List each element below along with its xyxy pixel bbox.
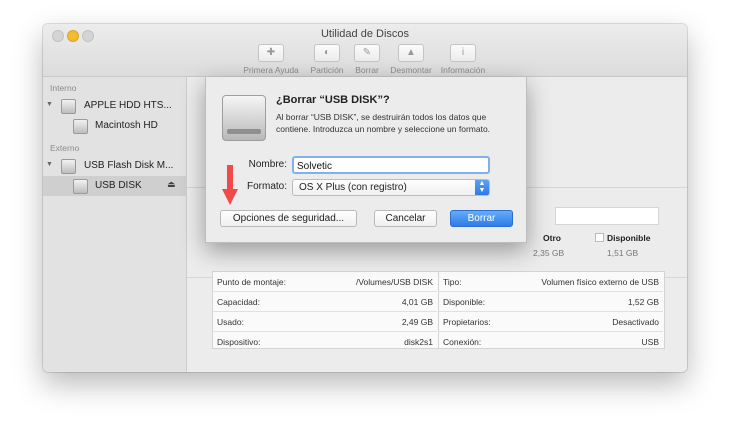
erase-label: Borrar bbox=[355, 65, 379, 75]
erase-dialog: ¿Borrar “USB DISK”? Al borrar “USB DISK”… bbox=[205, 77, 527, 243]
partition-button[interactable]: ◐ Partición bbox=[304, 44, 350, 76]
usage-bar bbox=[555, 207, 659, 225]
dialog-title: ¿Borrar “USB DISK”? bbox=[276, 94, 390, 106]
info-icon: i bbox=[450, 44, 476, 62]
sidebar-item-label: APPLE HDD HTS... bbox=[84, 100, 172, 111]
info-row: Dispositivo: disk2s1 bbox=[213, 332, 437, 351]
format-value: OS X Plus (con registro) bbox=[299, 182, 407, 193]
disclosure-triangle-icon[interactable]: ▼ bbox=[46, 161, 53, 168]
title-bar: Utilidad de Discos ✚ Primera Ayuda ◐ Par… bbox=[43, 24, 687, 77]
info-table: Punto de montaje: /Volumes/USB DISK Capac… bbox=[212, 271, 665, 349]
info-key: Disponible: bbox=[443, 297, 486, 307]
info-column-right: Tipo: Volumen físico externo de USB Dispo… bbox=[439, 272, 663, 351]
available-value: 1,51 GB bbox=[607, 248, 639, 258]
volume-icon bbox=[73, 179, 88, 194]
info-key: Conexión: bbox=[443, 337, 482, 347]
info-row: Propietarios: Desactivado bbox=[439, 312, 663, 332]
info-label: Información bbox=[440, 65, 486, 75]
info-key: Dispositivo: bbox=[217, 337, 261, 347]
first-aid-icon: ✚ bbox=[258, 44, 284, 62]
available-legend: Disponible bbox=[595, 233, 650, 243]
info-value: Volumen físico externo de USB bbox=[541, 277, 659, 287]
sidebar-section-external: Externo bbox=[50, 143, 80, 153]
eject-icon[interactable]: ⏏ bbox=[167, 179, 176, 190]
external-disk-icon bbox=[61, 159, 76, 174]
disclosure-triangle-icon[interactable]: ▼ bbox=[46, 101, 53, 108]
volume-icon bbox=[73, 119, 88, 134]
unmount-button[interactable]: ▲ Desmontar bbox=[386, 44, 436, 76]
name-field[interactable]: Solvetic bbox=[292, 156, 490, 174]
partition-label: Partición bbox=[310, 65, 344, 75]
unmount-label: Desmontar bbox=[390, 65, 432, 75]
unmount-icon: ▲ bbox=[398, 44, 424, 62]
info-value: 1,52 GB bbox=[627, 297, 659, 307]
info-value: disk2s1 bbox=[404, 337, 433, 347]
sidebar-item-apple-hdd[interactable]: ▼ APPLE HDD HTS... bbox=[43, 96, 186, 116]
info-value: /Volumes/USB DISK bbox=[355, 277, 433, 287]
info-key: Capacidad: bbox=[217, 297, 261, 307]
info-column-left: Punto de montaje: /Volumes/USB DISK Capac… bbox=[213, 272, 437, 351]
info-row: Disponible: 1,52 GB bbox=[439, 292, 663, 312]
available-swatch bbox=[595, 233, 604, 242]
sidebar-item-usb-disk[interactable]: USB DISK ⏏ bbox=[43, 176, 186, 196]
sidebar-item-label: USB DISK bbox=[95, 180, 142, 191]
info-key: Tipo: bbox=[443, 277, 462, 287]
sidebar-item-macintosh-hd[interactable]: Macintosh HD bbox=[43, 116, 186, 136]
red-arrow-annotation-icon bbox=[222, 165, 238, 205]
other-swatch bbox=[533, 235, 540, 242]
sidebar: Interno ▼ APPLE HDD HTS... Macintosh HD … bbox=[43, 77, 187, 372]
info-row: Conexión: USB bbox=[439, 332, 663, 351]
erase-button[interactable]: ✎ Borrar bbox=[352, 44, 382, 76]
info-row: Punto de montaje: /Volumes/USB DISK bbox=[213, 272, 437, 292]
info-key: Punto de montaje: bbox=[217, 277, 286, 287]
format-select[interactable]: OS X Plus (con registro) ▲ ▼ bbox=[292, 179, 490, 196]
security-options-button[interactable]: Opciones de seguridad... bbox=[220, 210, 357, 227]
info-row: Usado: 2,49 GB bbox=[213, 312, 437, 332]
other-value: 2,35 GB bbox=[533, 248, 565, 258]
partition-icon: ◐ bbox=[314, 44, 340, 62]
hard-disk-icon bbox=[61, 99, 76, 114]
info-key: Propietarios: bbox=[443, 317, 491, 327]
first-aid-label: Primera Ayuda bbox=[243, 65, 299, 75]
info-row: Tipo: Volumen físico externo de USB bbox=[439, 272, 663, 292]
sidebar-item-label: Macintosh HD bbox=[95, 120, 158, 131]
info-button[interactable]: i Información bbox=[438, 44, 488, 76]
dialog-message: Al borrar “USB DISK”, se destruirán todo… bbox=[276, 112, 491, 134]
first-aid-button[interactable]: ✚ Primera Ayuda bbox=[243, 44, 299, 76]
other-label: Otro bbox=[543, 233, 561, 243]
info-value: USB bbox=[641, 337, 659, 347]
cancel-button[interactable]: Cancelar bbox=[374, 210, 437, 227]
available-label: Disponible bbox=[607, 233, 651, 243]
window-title: Utilidad de Discos bbox=[320, 28, 410, 40]
erase-confirm-button[interactable]: Borrar bbox=[450, 210, 513, 227]
sidebar-item-usb-flash-disk[interactable]: ▼ USB Flash Disk M... bbox=[43, 156, 186, 176]
info-key: Usado: bbox=[217, 317, 244, 327]
info-value: 4,01 GB bbox=[401, 297, 433, 307]
info-value: Desactivado bbox=[612, 317, 659, 327]
other-legend: Otro bbox=[533, 233, 561, 243]
external-disk-icon bbox=[222, 95, 266, 141]
erase-icon: ✎ bbox=[354, 44, 380, 62]
select-arrows-icon: ▲ ▼ bbox=[475, 180, 489, 195]
sidebar-section-internal: Interno bbox=[50, 83, 77, 93]
info-row: Capacidad: 4,01 GB bbox=[213, 292, 437, 312]
info-value: 2,49 GB bbox=[401, 317, 433, 327]
sidebar-item-label: USB Flash Disk M... bbox=[84, 160, 174, 171]
